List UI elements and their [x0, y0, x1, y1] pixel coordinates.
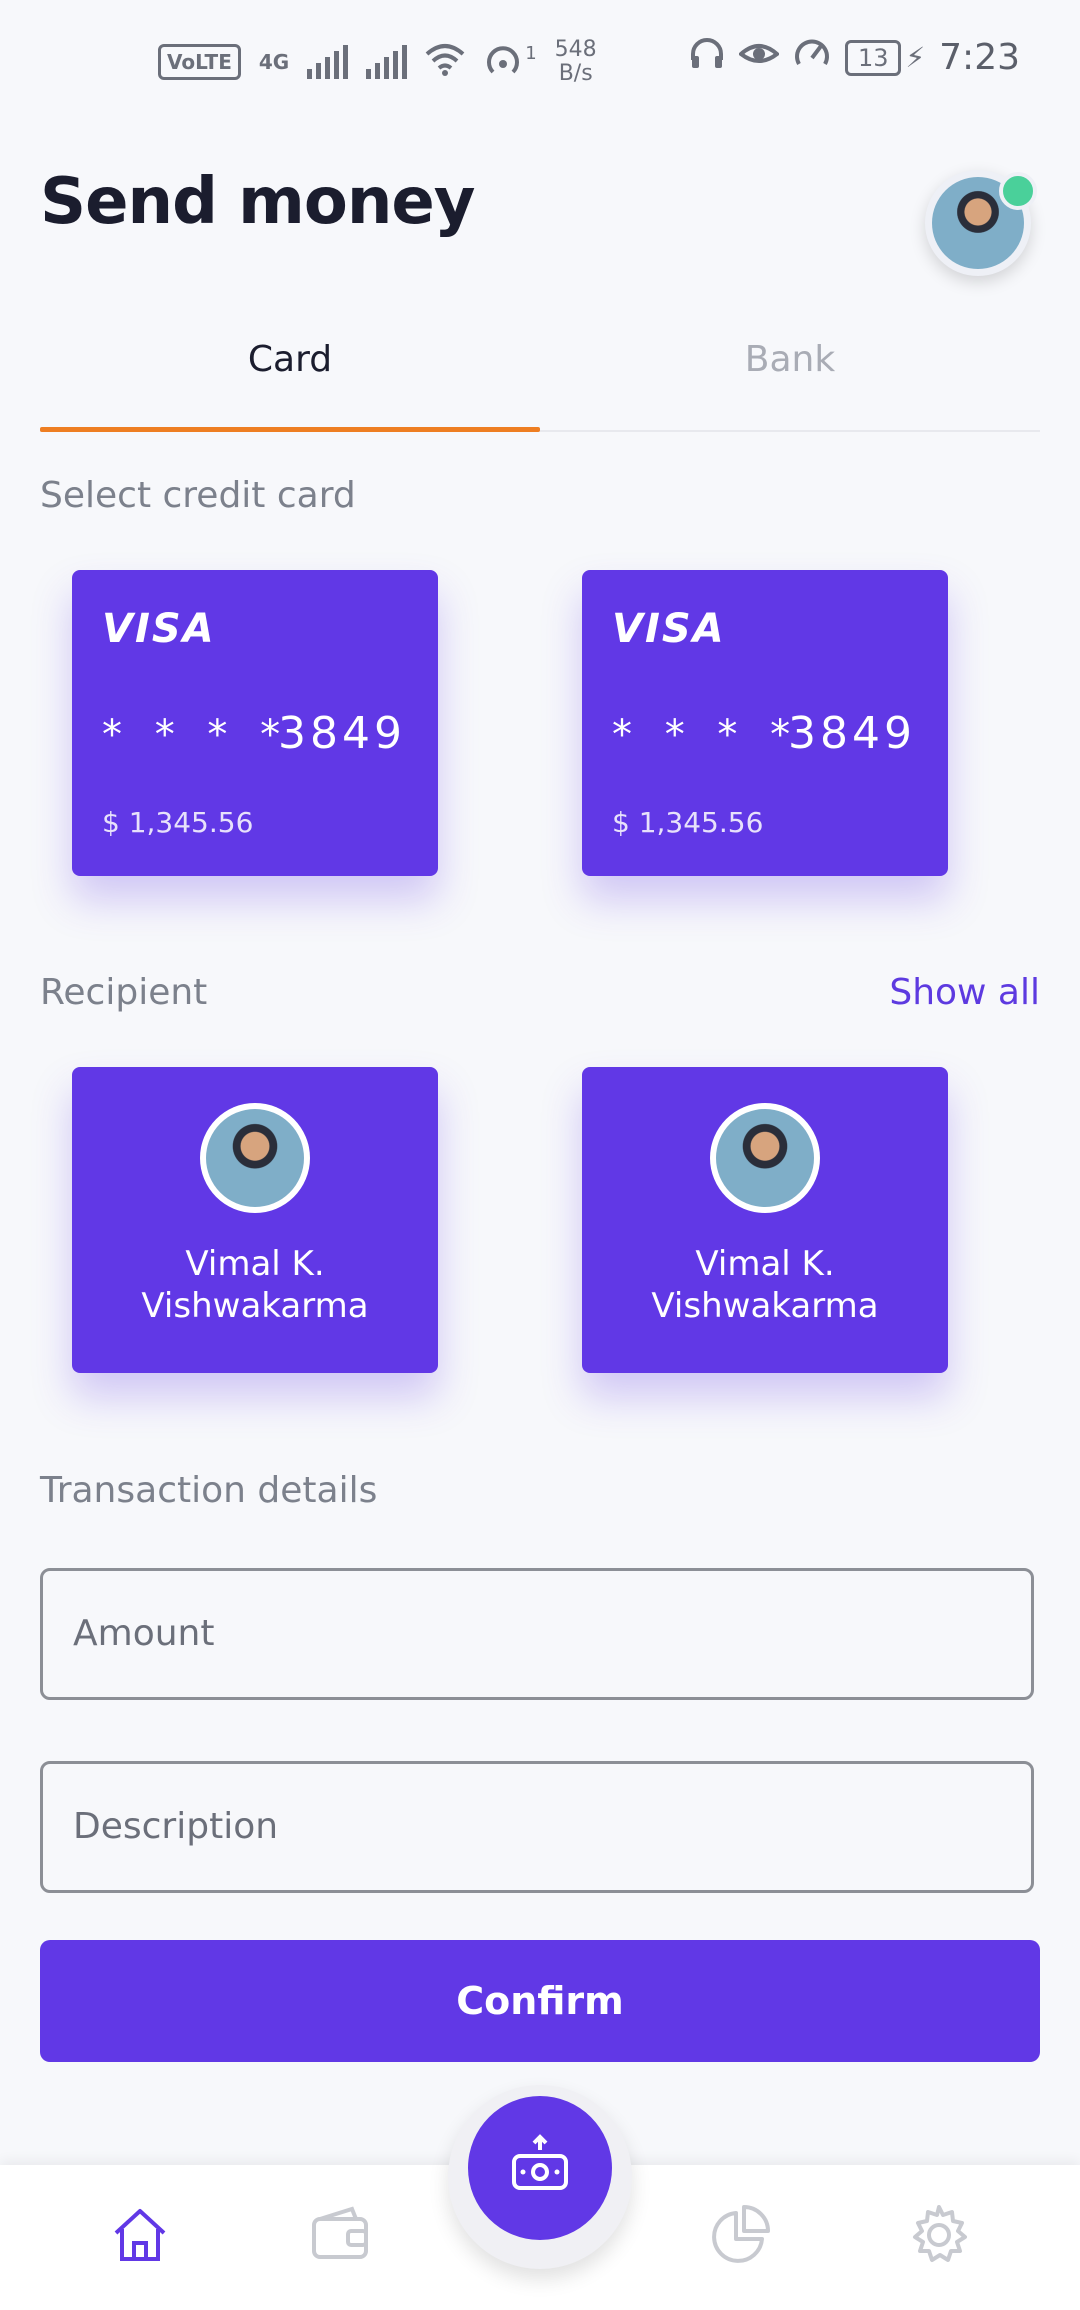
card-last4: 3849 — [278, 708, 406, 759]
signal-icon-2 — [366, 45, 408, 79]
card-brand: VISA — [612, 606, 726, 652]
wallet-icon[interactable] — [305, 2200, 375, 2270]
recipient-name-line2: Vishwakarma — [141, 1286, 369, 1326]
page-title: Send money — [40, 165, 475, 239]
pie-chart-icon[interactable] — [705, 2200, 775, 2270]
credit-card-2[interactable]: VISA * * * * 3849 $ 1,345.56 — [582, 570, 948, 876]
recipient-name: Vimal K. Vishwakarma — [72, 1243, 438, 1327]
battery-level: 13 — [844, 39, 902, 76]
clock: 7:23 — [939, 37, 1020, 78]
hotspot-icon — [483, 42, 523, 82]
select-card-label: Select credit card — [40, 475, 356, 516]
network-speed: 548 B/s — [555, 38, 597, 86]
send-money-icon — [508, 2134, 572, 2202]
recipient-avatar — [710, 1103, 820, 1213]
headphones-icon — [689, 36, 725, 79]
profile-avatar[interactable] — [925, 170, 1037, 276]
confirm-button[interactable]: Confirm — [40, 1940, 1040, 2062]
recipient-name-line1: Vimal K. — [185, 1244, 325, 1284]
speed-unit: B/s — [558, 61, 593, 86]
home-icon[interactable] — [105, 2200, 175, 2270]
settings-icon[interactable] — [904, 2200, 974, 2270]
avatar-photo — [206, 1109, 304, 1207]
status-right: 13 ⚡ 7:23 — [689, 36, 1020, 79]
recipient-name-line1: Vimal K. — [695, 1244, 835, 1284]
online-status-dot — [999, 172, 1037, 210]
signal-icon — [307, 45, 349, 79]
card-balance: $ 1,345.56 — [612, 806, 764, 839]
credit-card-1[interactable]: VISA * * * * 3849 $ 1,345.56 — [72, 570, 438, 876]
card-balance: $ 1,345.56 — [102, 806, 254, 839]
recipient-avatar — [200, 1103, 310, 1213]
volte-indicator: VoLTE — [158, 44, 241, 80]
status-bar: VoLTE 4G 1 548 B/s 13 ⚡ 7:23 — [0, 0, 1080, 125]
tab-card[interactable]: Card — [40, 330, 540, 430]
active-tab-indicator — [40, 427, 540, 432]
transaction-details-label: Transaction details — [40, 1470, 378, 1511]
avatar-photo — [716, 1109, 814, 1207]
amount-input[interactable]: Amount — [40, 1568, 1034, 1700]
card-mask: * * * * — [102, 712, 291, 758]
recipient-card-2[interactable]: Vimal K. Vishwakarma — [582, 1067, 948, 1373]
card-brand: VISA — [102, 606, 216, 652]
wifi-icon — [425, 42, 465, 82]
speedometer-icon — [793, 36, 831, 79]
recipient-card-1[interactable]: Vimal K. Vishwakarma — [72, 1067, 438, 1373]
card-last4: 3849 — [788, 708, 916, 759]
card-mask: * * * * — [612, 712, 801, 758]
recipient-name-line2: Vishwakarma — [651, 1286, 879, 1326]
send-money-fab[interactable] — [468, 2096, 612, 2240]
network-type: 4G — [258, 50, 290, 74]
status-left: VoLTE 4G 1 548 B/s — [158, 38, 597, 86]
description-input[interactable]: Description — [40, 1761, 1034, 1893]
hotspot-count: 1 — [525, 42, 537, 64]
payment-method-tabs: Card Bank — [40, 330, 1040, 432]
recipient-label: Recipient — [40, 972, 208, 1013]
tab-bank[interactable]: Bank — [540, 330, 1040, 430]
recipient-name: Vimal K. Vishwakarma — [582, 1243, 948, 1327]
eye-comfort-icon — [737, 36, 781, 79]
show-all-link[interactable]: Show all — [889, 972, 1040, 1013]
charging-icon: ⚡ — [905, 41, 926, 74]
speed-value: 548 — [554, 37, 597, 62]
